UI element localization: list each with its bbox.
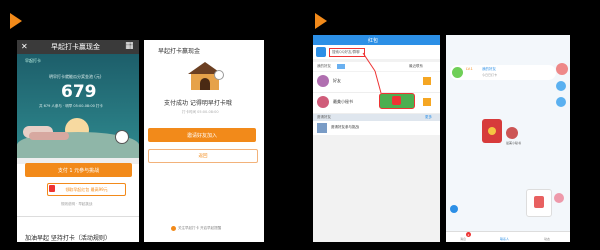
phone-screen-payment-success: 早起打卡赢现金 支付成功 记得明早打卡哦 打卡时间 05:00-08:00 邀请… [144,40,264,242]
annotation-arrows [362,52,382,94]
avatar [506,127,518,139]
page-title: 早起打卡赢现金 [51,43,100,51]
sunrise-illustration [17,112,139,158]
redpacket-icon [49,185,55,192]
redpacket-card[interactable] [482,119,502,143]
success-message: 支付成功 记得明早打卡哦 [164,100,232,107]
badge-label: LV.1 [466,67,473,71]
profile-subtitle: 今日已打卡 [482,73,498,77]
phone-screen-qq-invite: 红包 搜索QQ好友/群聊 我的好友 最近联系 好友 最美小秘书 邀请好友 更多 … [313,35,440,242]
doghouse-illustration [188,62,224,92]
phone-screen-qq-chat: LV.1 我的好友 今日已打卡 最美小秘书 消息 联系人 动态 2 [446,35,570,242]
tab-messages[interactable]: 消息 [460,237,466,241]
checkin-time: 打卡时间 05:00-08:00 [182,110,219,114]
tab-contacts[interactable]: 联系人 [500,237,509,241]
avatar[interactable] [556,63,568,75]
hero-panel: 早起打卡 明早打卡就能瓜分奖金池 (元) 679 共 679 人参与 · 明早 … [17,54,139,158]
jackpot-amount: 679 [61,82,97,102]
jackpot-caption: 明早打卡就能瓜分奖金池 (元) [49,74,102,79]
grid-icon[interactable]: ▦ [125,41,134,51]
redpacket-float[interactable] [526,189,552,217]
phone-screen-join-challenge: ✕ 早起打卡赢现金 ▦ 早起打卡 明早打卡就能瓜分奖金池 (元) 679 共 6… [17,40,139,242]
avatar [452,67,463,78]
profile-title: 我的好友 [482,67,496,71]
chat-icon[interactable] [450,205,458,213]
nav-bar: ✕ 早起打卡赢现金 ▦ [17,40,139,54]
footer-text: 规则说明 · 早起挑战 [61,202,93,206]
follow-reminder[interactable]: 关注早起打卡 开启早起提醒 [178,226,221,231]
footer-divider [17,216,139,217]
mini-avatar[interactable] [554,193,564,203]
step-arrow-right [315,13,327,29]
invite-friends-button[interactable]: 邀请好友加入 [148,128,256,142]
pay-join-button[interactable]: 支付 1 元参与挑战 [25,163,132,177]
page-title: 早起打卡赢现金 [158,48,201,55]
unread-badge: 2 [466,232,471,237]
profile-card: LV.1 我的好友 今日已打卡 [450,65,556,80]
brand-label: 早起打卡 [25,58,41,63]
step-arrow-left [10,13,22,29]
back-button[interactable]: 返回 [148,149,258,163]
follow-icon [171,226,176,231]
participants-caption: 共 679 人参与 · 明早 05:00-08:00 打卡 [39,104,103,108]
tab-feed[interactable]: 动态 [544,237,550,241]
message-icon[interactable] [556,81,566,91]
bottom-caption: 加油早起 坚持打卡（活动规则） [25,235,111,242]
task-icon[interactable] [556,97,566,107]
close-icon[interactable]: ✕ [21,42,28,51]
clock-icon [115,130,129,144]
tab-bar: 消息 联系人 动态 2 [446,231,570,242]
redpacket-button[interactable]: 领取早起红包 最高99元 [47,183,126,196]
user-name: 最美小秘书 [506,141,522,145]
